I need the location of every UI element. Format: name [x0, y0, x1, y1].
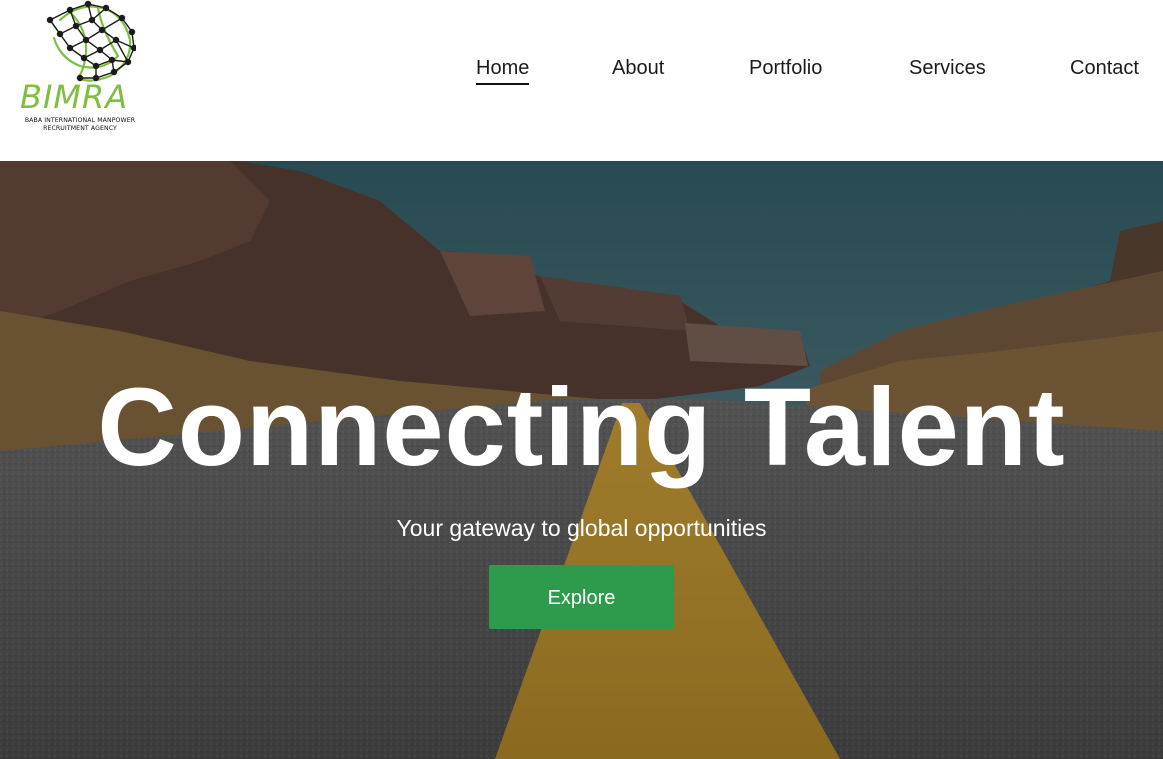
hero-title: Connecting Talent	[97, 366, 1066, 489]
hero-section: Connecting Talent Your gateway to global…	[0, 161, 1163, 759]
site-header: BIMRA BABA INTERNATIONAL MANPOWER RECRUI…	[0, 0, 1163, 161]
nav-item-portfolio[interactable]: Portfolio	[749, 56, 822, 80]
logo-tagline-line1: BABA INTERNATIONAL MANPOWER	[24, 117, 136, 124]
nav-item-home[interactable]: Home	[476, 56, 530, 85]
nav-item-services[interactable]: Services	[909, 56, 986, 80]
nav-item-contact[interactable]: Contact	[1070, 56, 1139, 80]
main-nav: Home About Portfolio Services Contact	[0, 56, 1163, 86]
logo-tagline: BABA INTERNATIONAL MANPOWER RECRUITMENT …	[18, 117, 142, 133]
logo-tagline-line2: RECRUITMENT AGENCY	[43, 125, 117, 132]
nav-item-about[interactable]: About	[612, 56, 664, 80]
hero-subtitle: Your gateway to global opportunities	[396, 515, 767, 541]
explore-button[interactable]: Explore	[489, 565, 674, 629]
